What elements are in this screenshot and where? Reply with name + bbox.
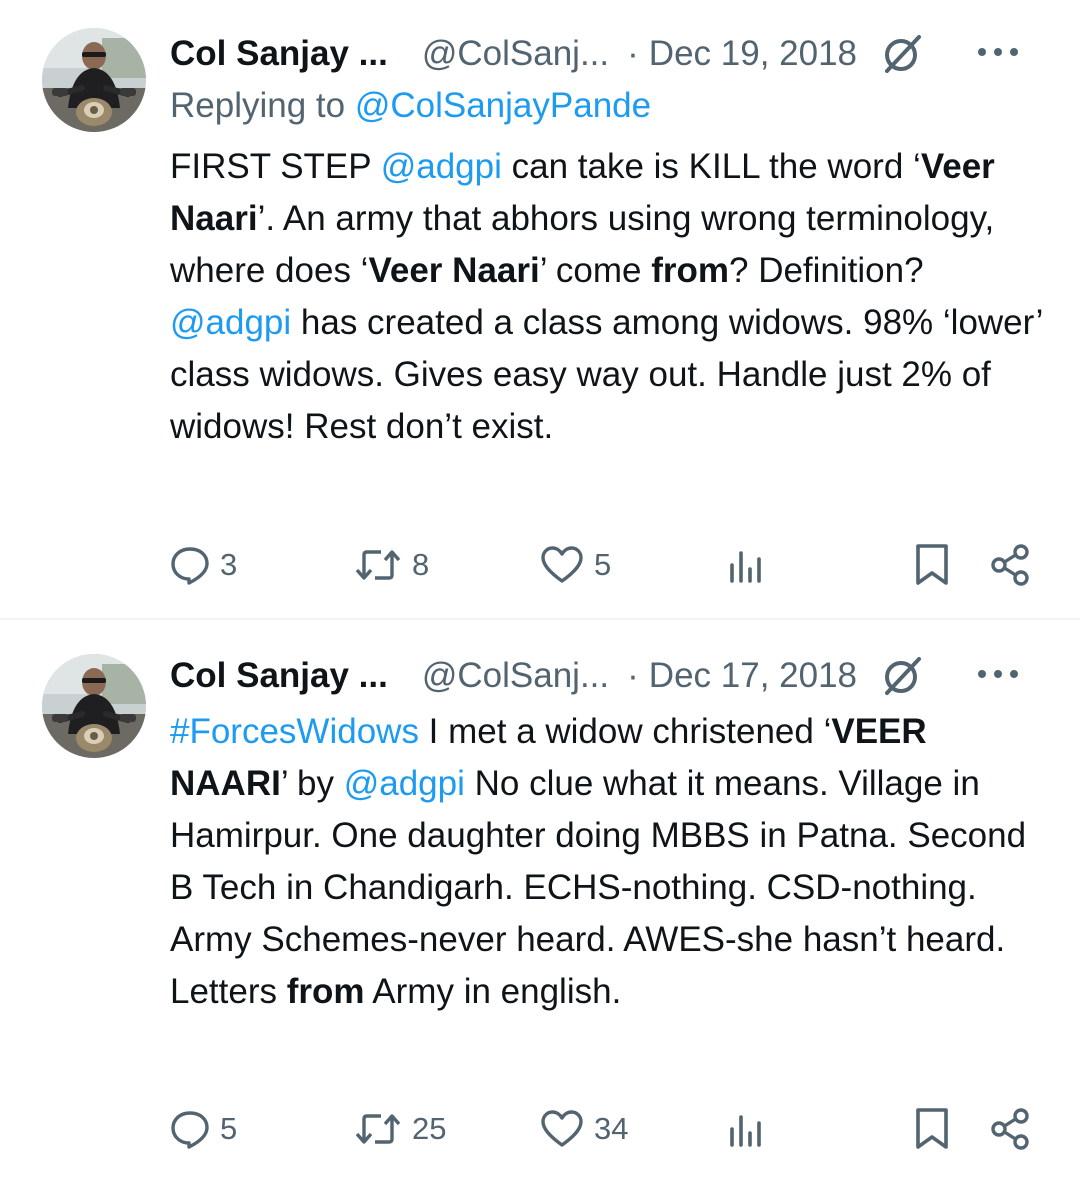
reply-count: 5: [220, 1111, 238, 1146]
reply-button[interactable]: 3: [170, 540, 237, 590]
reply-button[interactable]: 5: [170, 1104, 237, 1154]
slashed-circle-icon: [885, 657, 922, 695]
bookmark-button[interactable]: [912, 1104, 952, 1154]
avatar[interactable]: [42, 654, 146, 758]
retweet-button[interactable]: 8: [354, 540, 429, 590]
mention-link[interactable]: @adgpi: [170, 303, 291, 342]
like-count: 34: [594, 1111, 629, 1146]
bold-text: from: [286, 972, 365, 1011]
mention-link[interactable]: @adgpi: [344, 764, 465, 803]
hashtag-link[interactable]: #ForcesWidows: [170, 712, 419, 751]
replying-to-handle-link[interactable]: @ColSanjayPande: [355, 86, 651, 125]
text-segment: ’ come: [539, 251, 652, 290]
separator-dot: ·: [627, 656, 639, 695]
tweet-date[interactable]: Dec 19, 2018: [649, 34, 857, 74]
share-icon: [991, 1108, 1029, 1150]
separator-dot: ·: [627, 34, 639, 73]
tweet-header: Col Sanjay ... @ColSanj... · Dec 19, 201…: [170, 26, 1050, 82]
retweet-icon: [355, 550, 401, 580]
share-button[interactable]: [988, 540, 1032, 590]
text-segment: ’ by: [280, 764, 344, 803]
author-handle[interactable]: @ColSanj...: [422, 34, 609, 74]
reply-bubble-icon: [171, 547, 209, 585]
text-segment: I met a widow christened ‘: [418, 712, 832, 751]
views-button[interactable]: [726, 1104, 766, 1154]
text-segment: has created a class among widows. 98% ‘l…: [170, 303, 1043, 446]
action-bar: 3 8 5: [0, 540, 1080, 590]
replying-to-label: Replying to: [170, 86, 355, 125]
retweet-count: 8: [412, 547, 430, 582]
replying-to: Replying to @ColSanjayPande: [170, 86, 651, 126]
bold-text: Veer Naari: [368, 251, 540, 290]
bookmark-icon: [916, 1108, 948, 1149]
slashed-circle-icon: [885, 35, 922, 73]
action-bar: 5 25 34: [0, 1104, 1080, 1154]
retweet-button[interactable]: 25: [354, 1104, 446, 1154]
bookmark-icon: [916, 544, 948, 585]
heart-icon: [541, 546, 583, 583]
like-button[interactable]: 34: [540, 1104, 628, 1154]
more-horizontal-icon[interactable]: [976, 664, 1020, 684]
like-count: 5: [594, 547, 612, 582]
more-horizontal-icon[interactable]: [976, 42, 1020, 62]
bold-text: from: [651, 251, 729, 290]
bookmark-button[interactable]: [912, 540, 952, 590]
reply-bubble-icon: [171, 1111, 209, 1149]
avatar[interactable]: [42, 28, 146, 132]
like-button[interactable]: 5: [540, 540, 611, 590]
views-bars-icon: [730, 1115, 761, 1147]
views-button[interactable]: [726, 540, 766, 590]
tweet-header: Col Sanjay ... @ColSanj... · Dec 17, 201…: [170, 648, 1050, 704]
share-button[interactable]: [988, 1104, 1032, 1154]
views-bars-icon: [730, 551, 761, 583]
mention-link[interactable]: @adgpi: [381, 147, 502, 186]
tweet-text: #ForcesWidows I met a widow christened ‘…: [170, 706, 1050, 1018]
author-name[interactable]: Col Sanjay ...: [170, 656, 388, 696]
author-name[interactable]: Col Sanjay ...: [170, 34, 388, 74]
share-icon: [991, 544, 1029, 586]
heart-icon: [541, 1110, 583, 1147]
reply-count: 3: [220, 547, 238, 582]
text-segment: can take is KILL the word ‘: [501, 147, 921, 186]
author-handle[interactable]: @ColSanj...: [422, 656, 609, 696]
retweet-icon: [355, 1114, 401, 1144]
tweet-date[interactable]: Dec 17, 2018: [649, 656, 857, 696]
tweet-text: FIRST STEP @adgpi can take is KILL the w…: [170, 141, 1050, 453]
retweet-count: 25: [412, 1111, 447, 1146]
text-segment: ? Definition?: [729, 251, 924, 290]
text-segment: Army in english.: [364, 972, 622, 1011]
tweet[interactable]: Col Sanjay ... @ColSanj... · Dec 19, 201…: [0, 0, 1080, 618]
text-segment: FIRST STEP: [170, 147, 381, 186]
tweet[interactable]: Col Sanjay ... @ColSanj... · Dec 17, 201…: [0, 620, 1080, 1178]
